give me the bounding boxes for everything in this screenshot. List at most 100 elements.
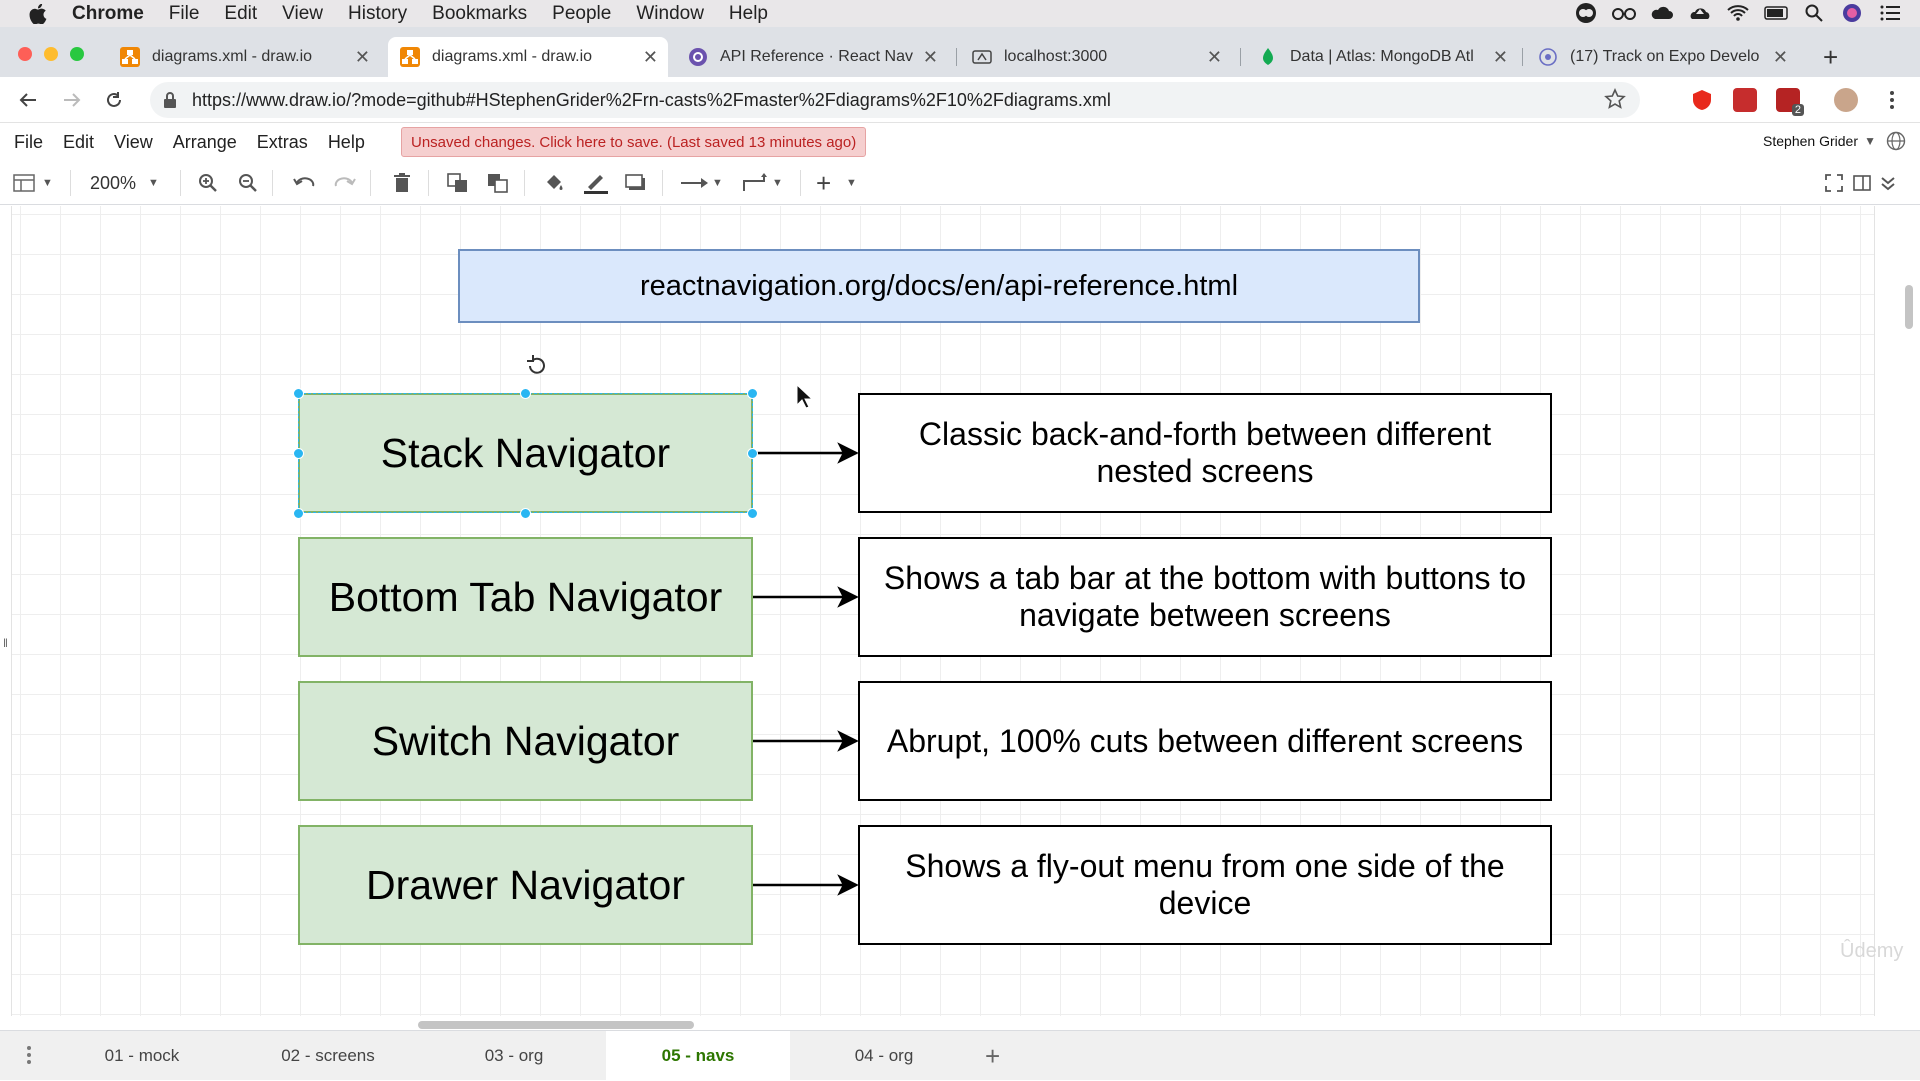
- resize-handle[interactable]: [747, 388, 758, 399]
- browser-tab-6[interactable]: (17) Track on Expo Develo ✕: [1526, 38, 1798, 76]
- browser-tab-1[interactable]: diagrams.xml - draw.io ✕: [108, 38, 380, 76]
- extension-red-icon[interactable]: [1733, 88, 1757, 112]
- description-box-bottom-tab[interactable]: Shows a tab bar at the bottom with butto…: [858, 537, 1552, 657]
- line-color-icon[interactable]: [584, 171, 608, 195]
- drawio-menu-view[interactable]: View: [114, 132, 153, 153]
- wifi-icon[interactable]: [1726, 2, 1750, 24]
- siri-icon[interactable]: [1840, 2, 1864, 24]
- delete-trash-icon[interactable]: [390, 171, 414, 195]
- navigator-box-drawer[interactable]: Drawer Navigator: [298, 825, 753, 945]
- close-icon[interactable]: ✕: [355, 47, 370, 68]
- bookmark-star-icon[interactable]: [1604, 88, 1626, 110]
- close-icon[interactable]: ✕: [923, 47, 938, 68]
- resize-handle[interactable]: [293, 508, 304, 519]
- maximize-window-button[interactable]: [70, 47, 84, 61]
- navigator-box-stack[interactable]: Stack Navigator: [298, 393, 753, 513]
- resize-handle[interactable]: [293, 388, 304, 399]
- description-box-switch[interactable]: Abrupt, 100% cuts between different scre…: [858, 681, 1552, 801]
- shadow-icon[interactable]: [624, 171, 648, 195]
- sidebar-handle-icon[interactable]: ‖: [3, 636, 8, 650]
- browser-tab-5[interactable]: Data | Atlas: MongoDB Atl ✕: [1246, 38, 1518, 76]
- address-bar[interactable]: https://www.draw.io/?mode=github#HStephe…: [150, 82, 1640, 118]
- url-box[interactable]: reactnavigation.org/docs/en/api-referenc…: [458, 249, 1420, 323]
- reload-button[interactable]: [100, 86, 128, 114]
- close-icon[interactable]: ✕: [1493, 47, 1508, 68]
- globe-icon[interactable]: [1886, 131, 1906, 156]
- drawio-menu-help[interactable]: Help: [328, 132, 365, 153]
- resize-handle[interactable]: [293, 448, 304, 459]
- glasses-icon[interactable]: [1612, 2, 1636, 24]
- zoom-out-icon[interactable]: [236, 171, 260, 195]
- menu-people[interactable]: People: [552, 3, 611, 25]
- zoom-level[interactable]: 200%: [90, 171, 136, 195]
- page-tab-03-org[interactable]: 03 - org: [428, 1031, 600, 1081]
- chevron-down-icon[interactable]: ▼: [712, 171, 723, 195]
- connection-style-icon[interactable]: [680, 171, 710, 195]
- drawio-menu-edit[interactable]: Edit: [63, 132, 94, 153]
- fill-color-icon[interactable]: [542, 171, 566, 195]
- vertical-scrollbar[interactable]: [1905, 285, 1913, 329]
- resize-handle[interactable]: [520, 508, 531, 519]
- menu-file[interactable]: File: [169, 3, 200, 25]
- profile-avatar[interactable]: [1834, 88, 1858, 112]
- menu-window[interactable]: Window: [636, 3, 704, 25]
- page-tab-04-org[interactable]: 04 - org: [798, 1031, 970, 1081]
- close-icon[interactable]: ✕: [1207, 47, 1222, 68]
- url-text[interactable]: https://www.draw.io/?mode=github#HStephe…: [192, 90, 1111, 111]
- chevron-down-icon[interactable]: ▼: [42, 171, 53, 195]
- close-window-button[interactable]: [18, 47, 32, 61]
- creative-cloud-icon[interactable]: [1574, 2, 1598, 24]
- forward-button[interactable]: [58, 86, 86, 114]
- to-back-icon[interactable]: [486, 171, 510, 195]
- undo-icon[interactable]: [292, 171, 316, 195]
- drawio-menu-file[interactable]: File: [14, 132, 43, 153]
- collapse-chevrons-icon[interactable]: [1878, 171, 1898, 195]
- browser-tab-4[interactable]: localhost:3000 ✕: [960, 38, 1232, 76]
- description-box-stack[interactable]: Classic back-and-forth between different…: [858, 393, 1552, 513]
- new-tab-button[interactable]: +: [1823, 42, 1838, 73]
- page-tab-01-mock[interactable]: 01 - mock: [56, 1031, 228, 1081]
- drawio-menu-extras[interactable]: Extras: [257, 132, 308, 153]
- menu-history[interactable]: History: [348, 3, 407, 25]
- insert-plus-icon[interactable]: +: [816, 168, 831, 198]
- add-page-icon[interactable]: +: [985, 1041, 1000, 1072]
- chevron-down-icon[interactable]: ▼: [148, 171, 159, 195]
- menu-help[interactable]: Help: [729, 3, 768, 25]
- zoom-in-icon[interactable]: [196, 171, 220, 195]
- unsaved-changes-banner[interactable]: Unsaved changes. Click here to save. (La…: [401, 127, 867, 157]
- menu-app-chrome[interactable]: Chrome: [72, 3, 144, 25]
- notification-center-icon[interactable]: [1878, 2, 1902, 24]
- fullscreen-icon[interactable]: [1824, 171, 1844, 195]
- chrome-menu-icon[interactable]: [1878, 86, 1906, 114]
- navigator-box-bottom-tab[interactable]: Bottom Tab Navigator: [298, 537, 753, 657]
- pages-menu-icon[interactable]: [26, 1045, 32, 1070]
- apple-icon[interactable]: [26, 3, 50, 25]
- redo-icon[interactable]: [333, 171, 357, 195]
- menu-edit[interactable]: Edit: [224, 3, 257, 25]
- user-name[interactable]: Stephen Grider: [1763, 133, 1858, 149]
- format-panel-icon[interactable]: [1852, 171, 1872, 195]
- minimize-window-button[interactable]: [44, 47, 58, 61]
- menu-bookmarks[interactable]: Bookmarks: [432, 3, 527, 25]
- chevron-down-icon[interactable]: ▼: [846, 171, 857, 195]
- sidebar-collapsed[interactable]: ‖: [0, 206, 12, 1016]
- chevron-down-icon[interactable]: ▼: [772, 171, 783, 195]
- resize-handle[interactable]: [520, 388, 531, 399]
- page-tab-05-navs[interactable]: 05 - navs: [606, 1031, 790, 1081]
- description-box-drawer[interactable]: Shows a fly-out menu from one side of th…: [858, 825, 1552, 945]
- to-front-icon[interactable]: [446, 171, 470, 195]
- navigator-box-switch[interactable]: Switch Navigator: [298, 681, 753, 801]
- browser-tab-3[interactable]: API Reference · React Nav ✕: [676, 38, 948, 76]
- close-icon[interactable]: ✕: [643, 47, 658, 68]
- drawio-menu-arrange[interactable]: Arrange: [173, 132, 237, 153]
- cloud-upload-icon[interactable]: [1688, 2, 1712, 24]
- back-button[interactable]: [14, 86, 42, 114]
- horizontal-scrollbar[interactable]: [418, 1021, 694, 1029]
- menu-view[interactable]: View: [282, 3, 323, 25]
- gear-cloud-icon[interactable]: [1650, 2, 1674, 24]
- format-panel-toggle-icon[interactable]: [12, 171, 36, 195]
- resize-handle[interactable]: [747, 448, 758, 459]
- page-tab-02-screens[interactable]: 02 - screens: [242, 1031, 414, 1081]
- browser-tab-2-active[interactable]: diagrams.xml - draw.io ✕: [388, 37, 668, 77]
- waypoints-icon[interactable]: [740, 171, 770, 195]
